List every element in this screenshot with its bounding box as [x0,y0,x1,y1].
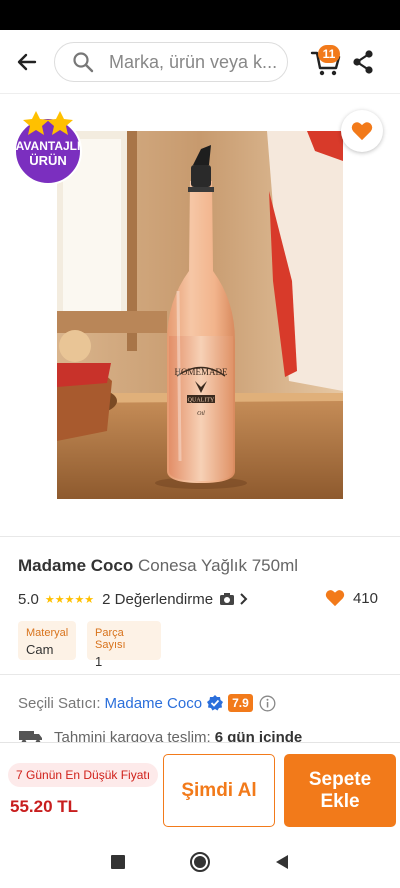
divider [0,536,400,537]
search-placeholder: Marka, ürün veya k... [109,51,278,72]
back-nav-button[interactable] [270,850,294,874]
recent-apps-button[interactable] [106,850,130,874]
attribute-value: Cam [26,642,54,657]
camera-icon [220,593,235,605]
cart-count-badge: 11 [318,45,340,63]
share-icon[interactable] [350,48,376,76]
seller-row: Seçili Satıcı: Madame Coco 7.9 [18,692,382,714]
product-detail-screen: Marka, ürün veya k... 11 HOMEMADE QUALIT… [0,0,400,888]
attribute-piece-count: Parça Sayısı 1 [87,621,161,669]
add-to-cart-button[interactable]: Sepete Ekle [284,754,396,827]
top-bar: Marka, ürün veya k... 11 [0,30,400,94]
attribute-label: Materyal [26,627,69,639]
search-input[interactable]: Marka, ürün veya k... [54,42,288,82]
advantage-product-badge: AVANTAJLI ÜRÜN [10,109,86,185]
seller-score-badge: 7.9 [228,694,253,712]
divider [0,674,400,675]
rating-row: 5.0 ★★★★★ 2 Değerlendirme 410 [18,589,382,609]
product-image: HOMEMADE QUALITY Oil [57,131,343,499]
product-title: Madame Coco Conesa Yağlık 750ml [18,556,388,576]
heart-icon [325,590,345,607]
home-button[interactable] [188,850,212,874]
svg-text:Oil: Oil [197,411,205,417]
circle-icon [190,852,210,872]
seller-name-link[interactable]: Madame Coco [105,695,203,712]
favorite-button[interactable] [341,110,383,152]
favorite-count-value: 410 [352,589,378,607]
favorite-count: 410 [325,589,378,607]
system-navigation-bar [0,836,400,888]
svg-text:HOMEMADE: HOMEMADE [175,367,229,377]
product-brand[interactable]: Madame Coco [18,556,133,575]
triangle-back-icon [276,855,288,869]
verified-icon [207,695,224,711]
attribute-label: Parça Sayısı [95,627,126,651]
info-icon[interactable] [259,695,276,712]
arrow-left-icon [17,53,37,71]
rating-stars: ★★★★★ [44,593,95,606]
rating-value: 5.0 [18,590,39,608]
review-count-link[interactable]: 2 Değerlendirme [102,591,213,608]
badge-line-2: ÜRÜN [29,153,67,168]
lowest-price-tag: 7 Günün En Düşük Fiyatı [8,763,159,787]
square-icon [111,855,125,869]
attribute-value: 1 [95,654,103,669]
badge-line-1: AVANTAJLI [15,139,81,153]
purchase-bar: 7 Günün En Düşük Fiyatı 55.20 TL Şimdi A… [0,742,400,836]
search-icon [73,52,94,73]
chevron-right-icon[interactable] [239,592,249,606]
buy-now-button[interactable]: Şimdi Al [163,754,275,827]
status-bar [0,0,400,30]
attribute-material: Materyal Cam [18,621,76,660]
svg-text:QUALITY: QUALITY [188,398,215,404]
heart-icon [351,122,373,141]
product-gallery[interactable]: HOMEMADE QUALITY Oil AVANTAJLI ÜRÜN [0,95,400,535]
product-price: 55.20 TL [10,797,79,816]
back-button[interactable] [12,47,42,77]
seller-label: Seçili Satıcı: [18,694,101,712]
product-name: Conesa Yağlık 750ml [137,556,299,575]
